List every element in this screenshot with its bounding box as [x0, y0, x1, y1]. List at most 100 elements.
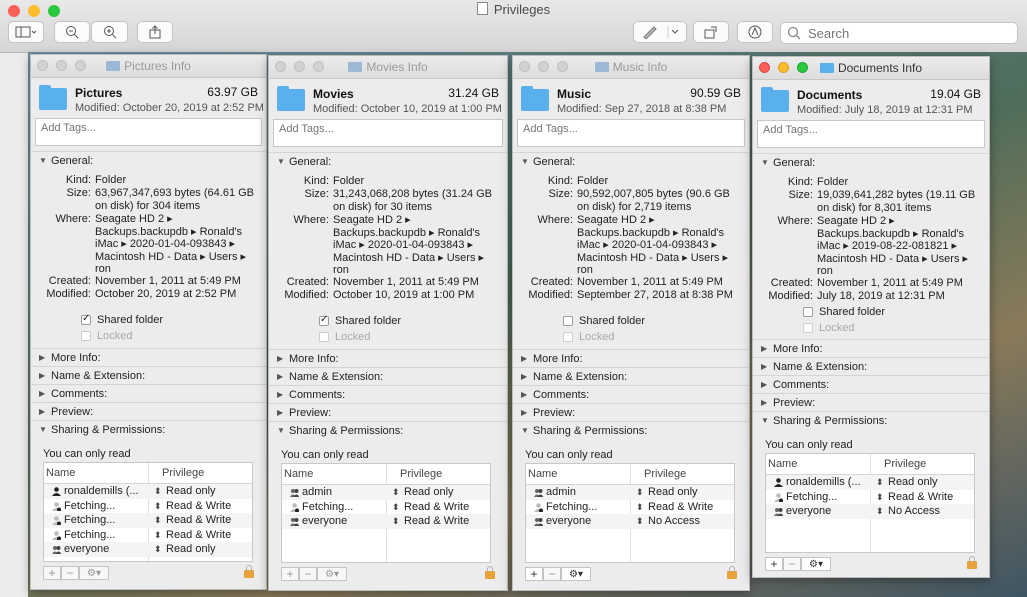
general-section[interactable]: ▼ General: [753, 153, 989, 171]
tags-field[interactable] [517, 119, 745, 147]
section-3[interactable]: ▶ Preview: [31, 402, 266, 420]
privilege-popup[interactable]: No Access [648, 514, 700, 529]
tags-input[interactable] [761, 123, 974, 137]
section-0[interactable]: ▶ More Info: [753, 339, 989, 357]
section-0[interactable]: ▶ More Info: [269, 349, 507, 367]
permission-row[interactable]: everyone ⬍ Read only [44, 542, 252, 557]
section-2[interactable]: ▶ Comments: [513, 385, 749, 403]
shared-folder-checkbox[interactable]: Shared folder [563, 315, 645, 327]
tags-input[interactable] [39, 121, 252, 135]
annotate-button[interactable] [737, 21, 773, 43]
checkbox[interactable] [563, 316, 573, 326]
permission-row[interactable]: everyone ⬍ No Access [766, 504, 974, 519]
permission-row[interactable]: everyone ⬍ Read & Write [282, 514, 490, 529]
privilege-popup[interactable]: Read & Write [888, 490, 953, 505]
rotate-button[interactable] [693, 21, 729, 43]
shared-folder-checkbox[interactable]: Shared folder [319, 314, 401, 327]
general-section[interactable]: ▼ General: [31, 151, 266, 169]
permission-row[interactable]: Fetching... ⬍ Read & Write [44, 528, 252, 543]
column-header-privilege[interactable]: Privilege [400, 468, 442, 480]
checkbox[interactable] [319, 332, 329, 342]
column-header-name[interactable]: Name [46, 467, 75, 479]
privilege-popup[interactable]: Read & Write [166, 513, 231, 528]
sharing-permissions-section[interactable]: ▼ Sharing & Permissions: [31, 420, 266, 438]
share-button[interactable] [137, 21, 173, 43]
tags-field[interactable] [273, 119, 503, 147]
shared-folder-checkbox[interactable]: Shared folder [803, 306, 885, 318]
section-1[interactable]: ▶ Name & Extension: [269, 367, 507, 385]
add-user-button[interactable]: + [765, 557, 783, 571]
locked-checkbox[interactable]: Locked [81, 330, 132, 342]
tags-input[interactable] [521, 122, 734, 136]
lock-icon[interactable] [485, 566, 495, 579]
privilege-popup[interactable]: Read only [404, 485, 454, 500]
column-header-privilege[interactable]: Privilege [162, 467, 204, 479]
permission-row[interactable]: Fetching... ⬍ Read & Write [44, 499, 252, 514]
checkbox[interactable] [81, 313, 91, 325]
sidebar-button[interactable] [8, 21, 44, 43]
general-section[interactable]: ▼ General: [269, 152, 507, 170]
shared-folder-checkbox[interactable]: Shared folder [81, 313, 163, 326]
section-3[interactable]: ▶ Preview: [753, 393, 989, 411]
locked-checkbox[interactable]: Locked [563, 331, 614, 343]
privilege-popup[interactable]: Read only [166, 484, 216, 499]
permission-row[interactable]: admin ⬍ Read only [282, 485, 490, 500]
permission-row[interactable]: admin ⬍ Read only [526, 485, 734, 500]
checkbox[interactable] [803, 307, 813, 317]
lock-icon[interactable] [727, 566, 737, 579]
section-2[interactable]: ▶ Comments: [269, 385, 507, 403]
privilege-popup[interactable]: Read only [888, 475, 938, 490]
remove-user-button[interactable]: − [783, 557, 801, 571]
privilege-popup[interactable]: Read & Write [166, 499, 231, 514]
sharing-permissions-section[interactable]: ▼ Sharing & Permissions: [753, 411, 989, 429]
permission-row[interactable]: everyone ⬍ No Access [526, 514, 734, 529]
section-2[interactable]: ▶ Comments: [753, 375, 989, 393]
remove-user-button[interactable]: − [299, 567, 317, 581]
add-user-button[interactable]: + [43, 566, 61, 580]
zoom-out-button[interactable] [54, 21, 90, 43]
checkbox[interactable] [563, 332, 573, 342]
privilege-popup[interactable]: Read only [166, 542, 216, 557]
action-menu-button[interactable]: ⚙▾ [317, 567, 347, 581]
section-3[interactable]: ▶ Preview: [513, 403, 749, 421]
permission-row[interactable]: ronaldemills (... ⬍ Read only [766, 475, 974, 490]
lock-icon[interactable] [967, 556, 977, 569]
privilege-popup[interactable]: Read & Write [648, 500, 713, 515]
privilege-popup[interactable]: Read only [648, 485, 698, 500]
column-header-privilege[interactable]: Privilege [884, 458, 926, 470]
column-header-name[interactable]: Name [284, 468, 313, 480]
section-1[interactable]: ▶ Name & Extension: [513, 367, 749, 385]
tags-input[interactable] [277, 122, 492, 136]
general-section[interactable]: ▼ General: [513, 152, 749, 170]
privilege-popup[interactable]: Read & Write [404, 500, 469, 515]
permission-row[interactable]: Fetching... ⬍ Read & Write [526, 500, 734, 515]
permission-row[interactable]: Fetching... ⬍ Read & Write [282, 500, 490, 515]
section-1[interactable]: ▶ Name & Extension: [31, 366, 266, 384]
tags-field[interactable] [35, 118, 262, 146]
remove-user-button[interactable]: − [543, 567, 561, 581]
zoom-in-button[interactable] [91, 21, 128, 43]
permission-row[interactable]: ronaldemills (... ⬍ Read only [44, 484, 252, 499]
privilege-popup[interactable]: Read & Write [404, 514, 469, 529]
checkbox[interactable] [81, 331, 91, 341]
markup-button[interactable] [633, 21, 687, 43]
add-user-button[interactable]: + [525, 567, 543, 581]
section-2[interactable]: ▶ Comments: [31, 384, 266, 402]
tags-field[interactable] [757, 120, 985, 148]
column-header-privilege[interactable]: Privilege [644, 468, 686, 480]
permission-row[interactable]: Fetching... ⬍ Read & Write [44, 513, 252, 528]
privilege-popup[interactable]: No Access [888, 504, 940, 519]
section-3[interactable]: ▶ Preview: [269, 403, 507, 421]
section-0[interactable]: ▶ More Info: [31, 348, 266, 366]
checkbox[interactable] [319, 314, 329, 326]
lock-icon[interactable] [244, 565, 254, 578]
sharing-permissions-section[interactable]: ▼ Sharing & Permissions: [513, 421, 749, 439]
section-1[interactable]: ▶ Name & Extension: [753, 357, 989, 375]
locked-checkbox[interactable]: Locked [803, 322, 854, 334]
column-header-name[interactable]: Name [528, 468, 557, 480]
permission-row[interactable]: Fetching... ⬍ Read & Write [766, 490, 974, 505]
search-field[interactable] [780, 22, 1018, 44]
search-input[interactable] [806, 24, 1010, 42]
locked-checkbox[interactable]: Locked [319, 331, 370, 343]
action-menu-button[interactable]: ⚙▾ [801, 557, 831, 571]
